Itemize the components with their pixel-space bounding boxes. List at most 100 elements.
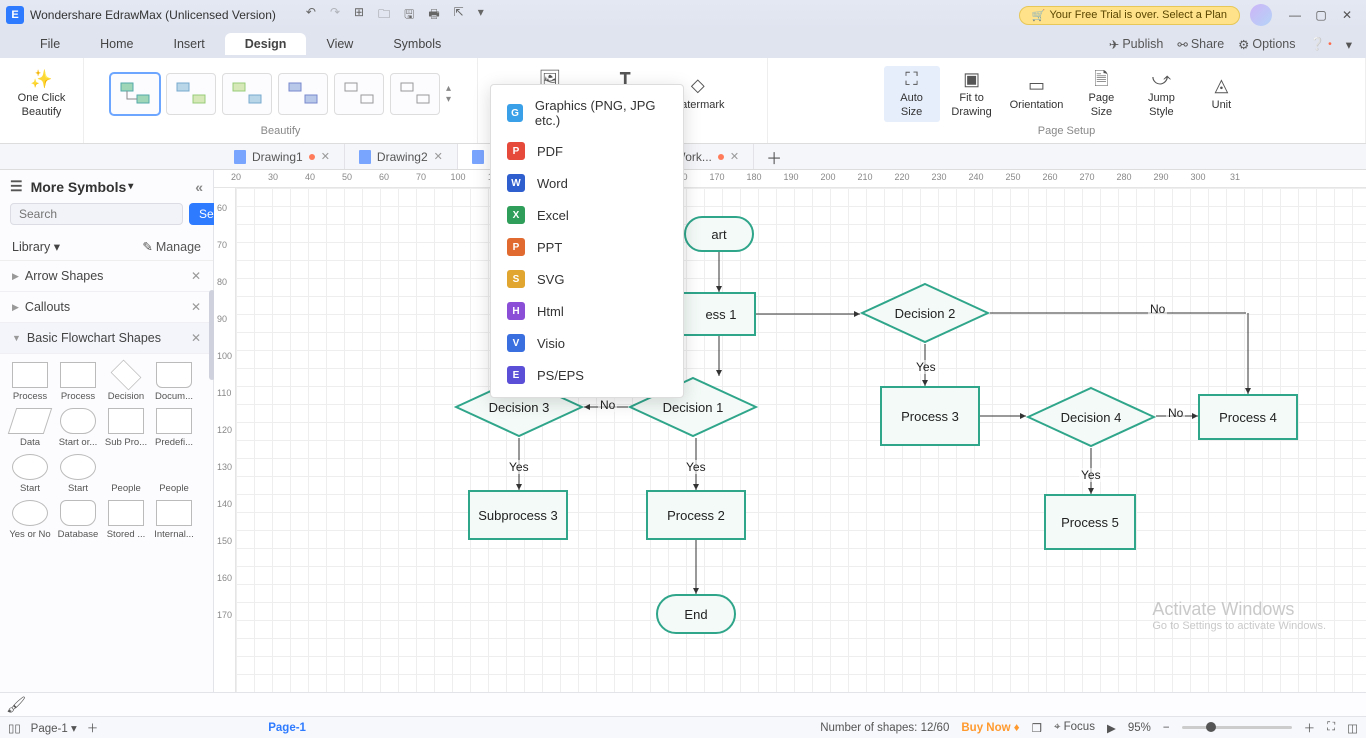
close-icon[interactable]: ✕ [321,150,330,163]
maximize-button[interactable]: ▢ [1308,8,1334,22]
undo-icon[interactable]: ↶ [306,5,316,26]
export-menu-item[interactable]: GGraphics (PNG, JPG etc.) [491,91,683,135]
redo-icon[interactable]: ↷ [330,5,340,26]
page-label[interactable]: Page-1 [268,722,306,734]
shape-process-2[interactable]: Process 2 [646,490,746,540]
help-icon[interactable]: ❔• [1309,37,1331,52]
menu-home[interactable]: Home [80,33,153,55]
shape-end[interactable]: End [656,594,736,634]
layers-icon[interactable]: ❒ [1032,721,1042,735]
style-preset-6[interactable] [390,73,440,115]
palette-shape[interactable]: Start [6,454,54,494]
page-size-button[interactable]: 🗎Page Size [1073,66,1129,122]
menu-insert[interactable]: Insert [154,33,225,55]
style-preset-2[interactable] [166,73,216,115]
avatar[interactable] [1250,4,1272,26]
close-icon[interactable]: ✕ [191,300,201,314]
fit-to-drawing-button[interactable]: ▣Fit to Drawing [944,66,1000,122]
orientation-button[interactable]: ▭Orientation [1004,72,1070,114]
palette-shape[interactable]: Data [6,408,54,448]
palette-shape[interactable]: Sub Pro... [102,408,150,448]
open-icon[interactable]: 🗀 [378,5,390,26]
palette-shape[interactable]: Stored ... [102,500,150,540]
export-menu-item[interactable]: EPS/EPS [491,359,683,391]
style-preset-4[interactable] [278,73,328,115]
shape-start[interactable]: art [684,216,754,252]
presentation-icon[interactable]: ▶ [1107,721,1116,735]
print-icon[interactable]: 🖶 [428,5,439,26]
publish-button[interactable]: ✈ Publish [1109,37,1163,52]
menu-file[interactable]: File [20,33,80,55]
symbol-search-input[interactable] [10,203,183,225]
shape-subprocess-3[interactable]: Subprocess 3 [468,490,568,540]
canvas[interactable]: art ess 1 Decision 1 Decision 3 Decision… [236,188,1366,692]
library-dropdown[interactable]: Library ▾ [12,239,60,254]
export-menu-item[interactable]: SSVG [491,263,683,295]
shape-process-5[interactable]: Process 5 [1044,494,1136,550]
more-symbols-header[interactable]: ☰ More Symbols▾ « [0,170,213,203]
export-icon[interactable]: ⇱ [454,5,464,26]
close-button[interactable]: ✕ [1334,8,1360,22]
palette-shape[interactable]: Decision [102,362,150,402]
zoom-out-button[interactable]: − [1163,722,1170,734]
save-icon[interactable]: 🖫 [404,5,414,26]
zoom-level[interactable]: 95% [1128,722,1151,734]
options-button[interactable]: ⚙ Options [1238,37,1295,52]
add-tab-button[interactable]: ＋ [754,144,794,169]
export-menu-item[interactable]: VVisio [491,327,683,359]
palette-shape[interactable]: People [150,454,198,494]
menu-design[interactable]: Design [225,33,307,55]
palette-shape[interactable]: Yes or No [6,500,54,540]
export-menu-item[interactable]: PPPT [491,231,683,263]
close-icon[interactable]: ✕ [730,150,739,163]
one-click-beautify-button[interactable]: ✨ One Click Beautify [12,66,72,122]
category-arrow-shapes[interactable]: ▶Arrow Shapes✕ [0,261,213,292]
menu-symbols[interactable]: Symbols [373,33,461,55]
panel-toggle-icon[interactable]: ◫ [1347,721,1358,735]
page-view-icon[interactable]: ▯▯ [8,721,21,735]
category-basic-flowchart[interactable]: ▼Basic Flowchart Shapes✕ [0,323,213,354]
share-button[interactable]: ⚯ Share [1177,37,1224,52]
sidebar-collapse-icon[interactable]: « [195,179,203,195]
jump-style-button[interactable]: ⤻Jump Style [1133,66,1189,122]
style-preset-1[interactable] [110,73,160,115]
shape-process-3[interactable]: Process 3 [880,386,980,446]
shape-decision-2[interactable]: Decision 2 [860,282,990,344]
manage-library-button[interactable]: ✎ Manage [142,239,201,254]
trial-banner[interactable]: 🛒 Your Free Trial is over. Select a Plan [1019,6,1240,25]
document-tab[interactable]: Drawing2✕ [345,144,458,169]
fit-page-icon[interactable]: ⛶ [1327,721,1335,734]
document-tab[interactable]: Drawing1✕ [220,144,345,169]
close-icon[interactable]: ✕ [191,269,201,283]
palette-shape[interactable]: Database [54,500,102,540]
add-page-button[interactable]: ＋ [87,720,99,736]
style-preset-3[interactable] [222,73,272,115]
buy-now-link[interactable]: Buy Now ♦ [961,722,1019,734]
palette-shape[interactable]: Internal... [150,500,198,540]
export-menu-item[interactable]: PPDF [491,135,683,167]
palette-shape[interactable]: Predefi... [150,408,198,448]
style-gallery-spinner[interactable]: ▴▾ [446,83,451,105]
auto-size-button[interactable]: ⛶Auto Size [884,66,940,122]
focus-toggle[interactable]: ⌖ Focus [1054,721,1095,734]
palette-shape[interactable]: Start or... [54,408,102,448]
new-icon[interactable]: ⊞ [354,5,364,26]
palette-shape[interactable]: Process [54,362,102,402]
palette-shape[interactable]: Docum... [150,362,198,402]
close-icon[interactable]: ✕ [434,150,443,163]
palette-shape[interactable]: Process [6,362,54,402]
shape-decision-4[interactable]: Decision 4 [1026,386,1156,448]
unit-button[interactable]: ◬Unit [1193,72,1249,114]
shape-process-4[interactable]: Process 4 [1198,394,1298,440]
qat-more-icon[interactable]: ▾ [478,5,484,26]
page-selector[interactable]: Page-1 ▾ [31,721,77,735]
palette-shape[interactable]: Start [54,454,102,494]
zoom-slider[interactable] [1182,726,1292,729]
export-menu-item[interactable]: HHtml [491,295,683,327]
palette-shape[interactable]: People [102,454,150,494]
fill-tool-icon[interactable]: 🖌 [6,695,26,715]
export-menu-item[interactable]: XExcel [491,199,683,231]
category-callouts[interactable]: ▶Callouts✕ [0,292,213,323]
close-icon[interactable]: ✕ [191,331,201,345]
minimize-button[interactable]: — [1282,8,1308,22]
